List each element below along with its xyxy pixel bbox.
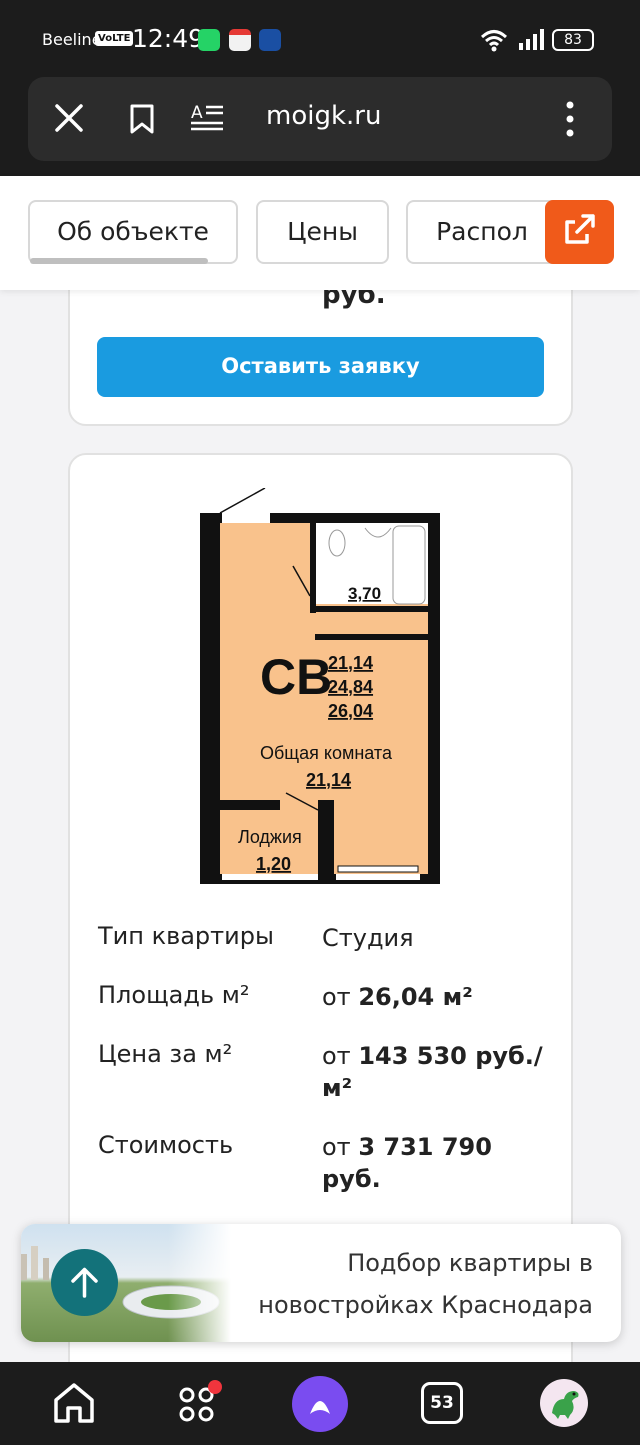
- services-grid-icon[interactable]: [173, 1378, 223, 1428]
- svg-text:A: A: [191, 103, 203, 123]
- spec-area-value: от 26,04 м²: [322, 981, 473, 1013]
- spec-type-label: Тип квартиры: [98, 922, 274, 950]
- spec-type-value: Студия: [322, 924, 414, 952]
- reader-mode-icon[interactable]: A: [190, 101, 224, 135]
- status-bar: Beeline VoLTE 12:49 83: [0, 0, 640, 80]
- plan-code: СВ: [260, 649, 332, 705]
- plan-area-total: 24,84: [328, 677, 373, 697]
- window-top: [222, 513, 270, 523]
- wall-bath-bottom: [315, 606, 428, 612]
- window-loggia: [222, 874, 318, 880]
- wall-corridor: [315, 634, 428, 640]
- external-link-icon: [565, 214, 595, 244]
- spec-cost-label: Стоимость: [98, 1131, 234, 1159]
- battery-indicator: 83: [552, 29, 594, 51]
- floor-plan: 3,70 СВ 21,14 24,84 26,04 Общая комната …: [200, 488, 440, 884]
- share-button[interactable]: [545, 200, 614, 264]
- home-icon[interactable]: [49, 1378, 99, 1428]
- carrier-name: Beeline: [42, 30, 102, 49]
- spec-cost-unit: руб.: [322, 1165, 381, 1193]
- signal-icon: [519, 29, 544, 50]
- spec-area-prefix: от: [322, 983, 351, 1011]
- bathroom-area: 3,70: [348, 584, 381, 603]
- balcony-door: [337, 865, 419, 873]
- tabs-count: 53: [430, 1393, 454, 1413]
- tab-prices[interactable]: Цены: [256, 200, 389, 264]
- spec-ppm-unit: м²: [322, 1074, 353, 1102]
- loggia-label: Лоджия: [238, 827, 302, 847]
- profile-avatar[interactable]: [540, 1379, 588, 1427]
- wall-right: [428, 513, 440, 884]
- more-menu-icon[interactable]: [560, 99, 580, 139]
- spec-area-amount: 26,04 м²: [358, 983, 473, 1011]
- spec-cost-amount: 3 731 790: [358, 1133, 492, 1161]
- spec-cost-value: от 3 731 790 руб.: [322, 1131, 492, 1195]
- tab-about[interactable]: Об объекте: [28, 200, 238, 264]
- alice-icon: [310, 1401, 330, 1414]
- wifi-icon: [480, 30, 508, 52]
- corridor-fill: [315, 612, 428, 636]
- promo-text[interactable]: Подбор квартиры в новостройках Краснодар…: [213, 1242, 593, 1326]
- wall-loggia-top: [200, 800, 280, 810]
- plan-area-living: 21,14: [328, 653, 373, 673]
- address-bar[interactable]: A moigk.ru: [28, 77, 612, 161]
- wall-left: [200, 513, 220, 884]
- plan-area-with-loggia: 26,04: [328, 701, 373, 721]
- post-app-icon: [259, 29, 281, 51]
- dinosaur-icon: [552, 1391, 579, 1419]
- scroll-up-button[interactable]: [51, 1249, 118, 1316]
- wall-loggia-right: [318, 800, 334, 884]
- arrow-up-icon: [71, 1267, 98, 1298]
- promo-banner[interactable]: Подбор квартиры в новостройках Краснодар…: [21, 1224, 621, 1342]
- loggia-area: 1,20: [256, 854, 291, 874]
- spec-cost-prefix: от: [322, 1133, 351, 1161]
- window-room: [336, 874, 420, 880]
- bottom-navigation: 53: [0, 1362, 640, 1445]
- alice-assistant-button[interactable]: [292, 1376, 348, 1432]
- spec-ppm-label: Цена за м²: [98, 1040, 233, 1068]
- bathtub-icon: [392, 525, 426, 605]
- spec-ppm-value: от 143 530 руб./м²: [322, 1040, 543, 1104]
- tabs-counter-button[interactable]: 53: [421, 1382, 463, 1424]
- browser-toolbar: A moigk.ru: [0, 72, 640, 176]
- spec-ppm-amount: 143 530 руб./: [358, 1042, 543, 1070]
- room-label: Общая комната: [260, 743, 393, 763]
- url-text[interactable]: moigk.ru: [266, 101, 381, 131]
- section-tabs: Об объекте Цены Распол: [0, 176, 640, 290]
- clock: 12:49: [132, 24, 205, 53]
- spec-area-label: Площадь м²: [98, 981, 250, 1009]
- spec-ppm-prefix: от: [322, 1042, 351, 1070]
- toilet-icon: [328, 529, 346, 557]
- close-icon[interactable]: [52, 101, 86, 135]
- bookmark-icon[interactable]: [128, 103, 156, 135]
- wall-bath-left: [310, 523, 316, 613]
- volte-badge: VoLTE: [95, 31, 134, 46]
- tab-location[interactable]: Распол: [406, 200, 556, 264]
- whatsapp-icon: [198, 29, 220, 51]
- calendar-app-icon: [229, 29, 251, 51]
- door-entry: [219, 488, 266, 514]
- request-button[interactable]: Оставить заявку: [97, 337, 544, 397]
- room-area: 21,14: [306, 770, 351, 790]
